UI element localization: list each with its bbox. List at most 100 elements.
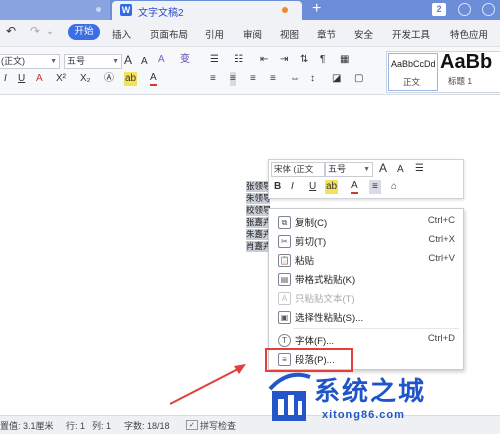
superscript-button[interactable]: X² [56,72,66,86]
menu-item-label: 字体(F)... [295,336,335,347]
menu-review[interactable]: 审阅 [243,27,262,41]
table-icon[interactable]: ▦ [340,53,349,67]
paste-icon: 📋 [278,254,291,267]
increase-indent-icon[interactable]: ⇥ [280,53,288,67]
mini-italic-button[interactable]: I [291,180,294,194]
underline-button[interactable]: U [18,72,25,86]
selected-line: 肖嘉卉 [246,241,270,252]
selected-line: 校领导 [246,205,270,216]
status-spell-check[interactable]: 拼写检查 [200,419,236,432]
mini-shrink-font-button[interactable]: A [397,163,404,177]
font-icon: T [278,334,291,347]
status-word-count[interactable]: 字数: 18/18 [124,419,170,432]
status-row: 行: 1 [66,421,86,431]
mini-align-icon[interactable]: ≡ [369,180,381,194]
menu-item-shortcut: Ctrl+X [428,234,455,245]
menu-item-copy[interactable]: ⧉ 复制(C) Ctrl+C [269,212,463,231]
style-normal[interactable]: AaBbCcDd 正文 [388,53,438,91]
selected-text-block[interactable]: 张领导 朱领导 校领导 张嘉卉 朱嘉卉 肖嘉卉 [246,181,270,253]
style-h1-preview: AaBb [440,51,493,73]
distribute-icon[interactable]: ⇔ [290,72,300,86]
grow-font-button[interactable]: A [124,53,132,67]
menu-separator [293,328,459,329]
align-left-icon[interactable]: ≡ [210,72,216,86]
menu-item-shortcut: Ctrl+C [427,215,455,226]
site-watermark: 系统之城 xitong86.com [262,365,500,433]
mini-line-spacing-icon[interactable]: ☰ [415,162,424,176]
tab-close-icon[interactable] [96,7,101,12]
decrease-indent-icon[interactable]: ⇤ [260,53,268,67]
chevron-down-icon: ▼ [363,166,370,173]
ribbon-home: (正文) ▼ 五号 ▼ A A A 变 I U A X² X₂ Ⓐ ab A ☰ ☷… [0,47,500,95]
menu-developer[interactable]: 开发工具 [392,27,430,41]
menu-references[interactable]: 引用 [205,27,224,41]
bullets-icon[interactable]: ☰ [210,53,219,67]
menu-security[interactable]: 安全 [354,27,373,41]
align-center-icon[interactable]: ≡ [230,72,236,86]
highlight-button[interactable]: ab [124,72,138,86]
menu-item-shortcut: Ctrl+D [427,333,455,344]
justify-icon[interactable]: ≡ [270,72,276,86]
menu-item-paste-with-format[interactable]: ▤ 带格式粘贴(K) [269,269,463,288]
scissors-icon: ✂ [278,235,291,248]
menu-sections[interactable]: 章节 [317,27,336,41]
selected-line: 张嘉卉 [246,217,270,228]
watermark-logo-icon [268,372,311,421]
shading-icon[interactable]: ◪ [332,72,341,86]
new-tab-button[interactable]: + [312,0,321,18]
unsaved-dot-icon [282,7,288,13]
mini-highlight-button[interactable]: ab [325,180,339,194]
borders-icon[interactable]: ▢ [354,72,363,86]
menu-item-cut[interactable]: ✂ 剪切(T) Ctrl+X [269,231,463,250]
italic-button[interactable]: I [4,72,7,86]
undo-icon[interactable]: ↶ [6,24,16,38]
menu-home[interactable]: 开始 [68,24,100,40]
sort-icon[interactable]: ⇅ [300,53,308,67]
align-right-icon[interactable]: ≡ [250,72,256,86]
mini-font-size-combo[interactable]: 五号 ▼ [325,162,373,177]
menu-item-label: 只粘贴文本(T) [295,294,355,305]
mini-grow-font-button[interactable]: A [379,161,387,175]
mini-underline-button[interactable]: U [309,180,316,194]
font-size-combo[interactable]: 五号 ▼ [64,54,122,69]
tab-document[interactable]: W 文字文稿2 [112,1,302,20]
subscript-button[interactable]: X₂ [80,72,91,86]
font-name-combo[interactable]: (正文) ▼ [0,54,60,69]
shrink-font-button[interactable]: A [141,55,148,69]
clear-format-button[interactable]: A [158,53,165,67]
mini-bold-button[interactable]: B [274,180,281,194]
mini-format-painter-icon[interactable]: ⌂ [391,180,397,194]
show-marks-icon[interactable]: ¶ [320,53,325,67]
menu-item-shortcut: Ctrl+V [428,253,455,264]
font-color-button[interactable]: A [36,72,43,86]
status-col: 列: 1 [92,421,112,431]
font-size-value: 五号 [67,56,86,66]
style-heading1[interactable]: AaBb 标题 1 [440,51,500,89]
dropdown-chevron-icon[interactable]: ⌄ [46,26,54,37]
tab-title: 文字文稿2 [138,8,184,19]
menu-item-label: 选择性粘贴(S)... [295,313,364,324]
menu-item-paste-special[interactable]: ▣ 选择性粘贴(S)... [269,307,463,326]
redo-icon[interactable]: ↷ [30,24,40,38]
line-spacing-icon[interactable]: ↕ [310,72,315,86]
skin-icon[interactable] [458,3,471,16]
menu-page-layout[interactable]: 页面布局 [150,27,188,41]
menu-item-font[interactable]: T 字体(F)... Ctrl+D [269,330,463,349]
phonetic-guide-button[interactable]: 变 [180,53,190,67]
mini-font-name-combo[interactable]: 宋体 (正文 [271,162,325,177]
mini-font-color-button[interactable]: A [351,180,358,194]
selected-line: 张领导 [246,181,270,192]
menu-item-paste[interactable]: 📋 粘贴 Ctrl+V [269,250,463,269]
settings-gear-icon[interactable] [482,3,495,16]
menu-view[interactable]: 视图 [280,27,299,41]
window-count-badge[interactable]: 2 [432,3,446,16]
mini-font-name-value: 宋体 (正文 [274,164,314,174]
tab-previous[interactable] [0,0,110,20]
menu-item-label: 剪切(T) [295,237,327,248]
menu-special-apps[interactable]: 特色应用 [450,27,488,41]
numbering-icon[interactable]: ☷ [234,53,243,67]
selected-line: 朱领导 [246,193,270,204]
menu-insert[interactable]: 插入 [112,27,131,41]
font-color-2-button[interactable]: A [150,72,157,86]
text-effect-icon[interactable]: Ⓐ [104,72,114,86]
